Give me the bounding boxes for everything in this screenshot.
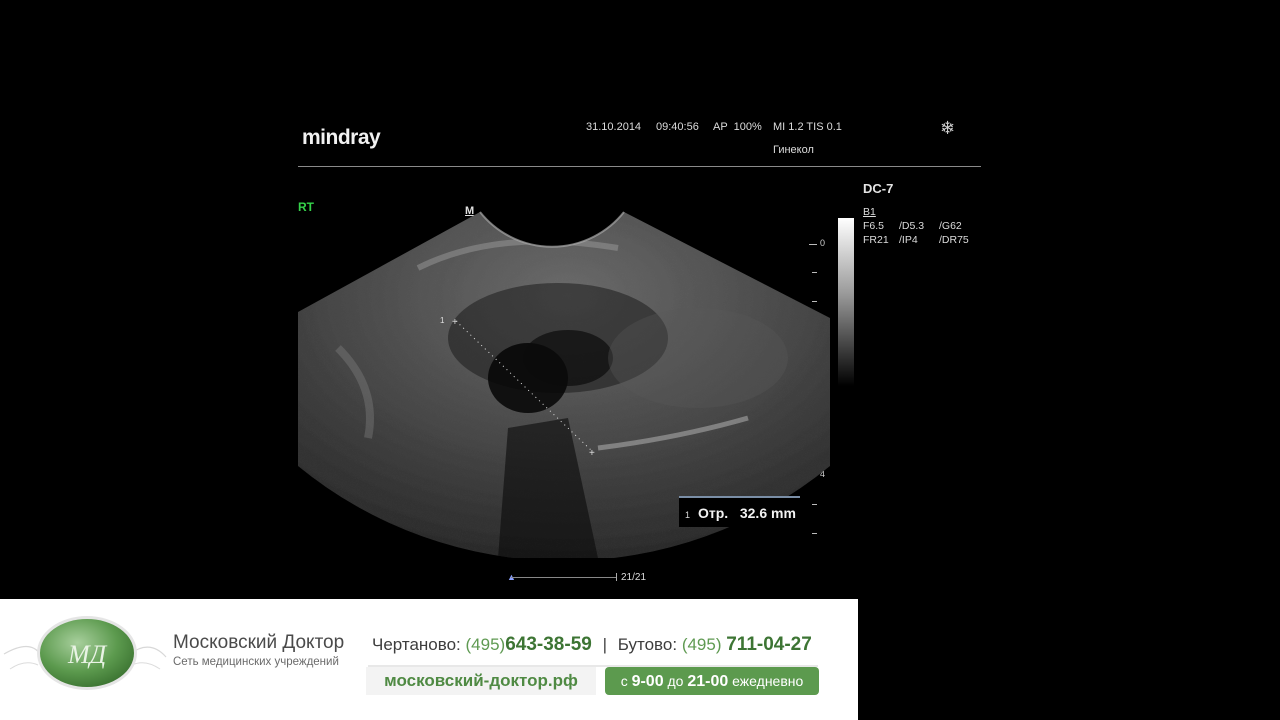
- clinic-subtitle: Сеть медицинских учреждений: [173, 656, 339, 668]
- clinic-name: Московский Доктор: [173, 632, 345, 653]
- phone-separator: |: [602, 635, 607, 654]
- param-freq: F6.5: [863, 220, 885, 232]
- cine-track: [511, 577, 617, 578]
- hours-to-prefix: до: [667, 673, 684, 689]
- param-ip: /IP4: [899, 234, 918, 246]
- clinic-logo-icon: МД: [3, 616, 167, 690]
- header-divider: [298, 166, 981, 167]
- param-framerate: FR21: [863, 234, 889, 246]
- clinic-banner: МД Московский Доктор Сеть медицинских уч…: [0, 599, 858, 720]
- hours-from: 9-00: [631, 673, 664, 690]
- exam-date: 31.10.2014: [586, 121, 642, 133]
- frame-counter: 21/21: [621, 572, 647, 583]
- caliper-label: 1: [440, 316, 445, 325]
- measurement-value: Отр. 32.6 mm: [698, 505, 796, 521]
- measurement-index: 1: [685, 510, 691, 520]
- grayscale-bar: [838, 218, 854, 386]
- exam-time: 09:40:56: [656, 121, 699, 133]
- hours-to: 21-00: [687, 673, 729, 690]
- mindray-logo: mindray: [302, 126, 381, 149]
- cine-bar[interactable]: ▲: [507, 572, 617, 582]
- measurement-box: 1 Отр. 32.6 mm: [679, 496, 800, 527]
- phone2-label: Бутово:: [617, 635, 678, 654]
- param-depth: /D5.3: [899, 220, 925, 232]
- svg-text:МД: МД: [67, 640, 108, 669]
- phone1-number[interactable]: 643-38-59: [505, 634, 592, 655]
- exam-preset: Гинекол: [773, 144, 814, 156]
- phone1-label: Чертаново:: [372, 635, 461, 654]
- phone-line: Чертаново: (495)643-38-59 | Бутово: (495…: [372, 634, 812, 656]
- hours-from-prefix: с: [620, 673, 628, 689]
- mi-tis-readout: MI 1.2 TIS 0.1: [773, 121, 842, 133]
- phone1-code: (495): [465, 635, 506, 654]
- phone2-number[interactable]: 711-04-27: [726, 634, 812, 655]
- caliper-end-icon[interactable]: +: [589, 448, 595, 459]
- opening-hours: с 9-00 до 21-00 ежедневно: [605, 667, 819, 695]
- clinic-website-link[interactable]: московский-доктор.рф: [366, 667, 596, 695]
- param-gain: /G62: [939, 220, 962, 232]
- hours-suffix: ежедневно: [732, 673, 804, 689]
- phone2-code: (495): [681, 635, 722, 654]
- caliper-start-icon[interactable]: +: [452, 317, 458, 328]
- acoustic-power: AP 100%: [713, 121, 762, 133]
- imaging-mode: B1: [863, 206, 876, 218]
- freeze-snowflake-icon: ❄: [940, 118, 956, 138]
- probe-name: DC-7: [863, 181, 894, 196]
- param-dr: /DR75: [939, 234, 969, 246]
- cine-end-tick: [616, 573, 617, 581]
